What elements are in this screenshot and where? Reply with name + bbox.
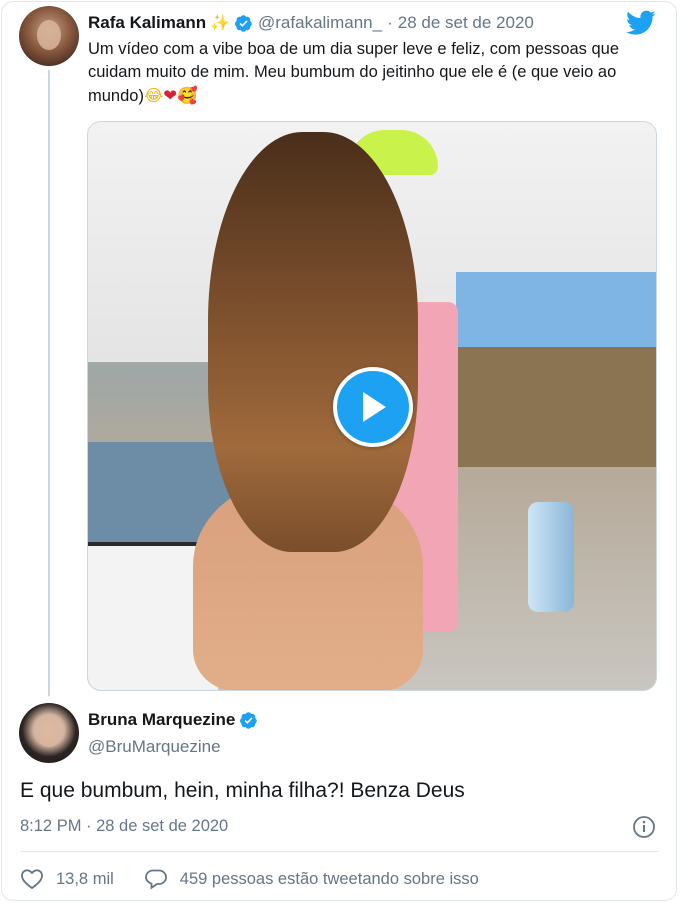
reply-author-handle[interactable]: @BruMarquezine	[88, 737, 221, 757]
divider	[20, 851, 658, 852]
play-icon	[363, 392, 386, 422]
author-handle[interactable]: @rafakalimann_	[258, 13, 382, 33]
sparkle-emoji-icon: ✨	[210, 15, 231, 32]
smiling-hearts-emoji-icon: 🥰	[177, 86, 198, 105]
video-thumbnail[interactable]	[87, 121, 657, 691]
play-button[interactable]	[333, 367, 413, 447]
thread-connector-line	[48, 70, 50, 696]
like-action[interactable]: 13,8 mil	[20, 868, 114, 890]
tweet-date[interactable]: 28 de set de 2020	[398, 13, 534, 33]
action-bar: 13,8 mil 459 pessoas estão tweetando sob…	[20, 866, 479, 892]
reply-header: Bruna Marquezine	[88, 710, 258, 730]
like-count: 13,8 mil	[56, 869, 114, 888]
conversation-text: 459 pessoas estão tweetando sobre isso	[179, 869, 479, 888]
hills-area	[446, 347, 656, 467]
heart-emoji-icon: ❤	[163, 86, 178, 105]
avatar-bruna[interactable]	[19, 703, 79, 763]
author-name[interactable]: Rafa Kalimann	[88, 13, 206, 33]
verified-badge-icon	[234, 14, 253, 33]
separator-dot: ·	[387, 13, 393, 32]
twitter-bird-icon[interactable]	[625, 10, 656, 36]
info-icon[interactable]	[632, 815, 656, 839]
reply-author-name[interactable]: Bruna Marquezine	[88, 710, 235, 730]
avatar-face	[37, 717, 61, 747]
reply-timestamp[interactable]: 8:12 PM · 28 de set de 2020	[20, 817, 228, 836]
long-hair-figure	[208, 132, 418, 552]
original-tweet-text: Um vídeo com a vibe boa de um dia super …	[88, 38, 658, 108]
water-bottle	[528, 502, 574, 612]
speech-bubble-icon	[144, 869, 167, 890]
reply-tweet-text: E que bumbum, hein, minha filha?! Benza …	[20, 779, 465, 802]
conversation-action[interactable]: 459 pessoas estão tweetando sobre isso	[144, 868, 479, 890]
laughing-emoji-icon: 😂	[143, 86, 164, 105]
original-tweet-header: Rafa Kalimann ✨ @rafakalimann_ · 28 de s…	[88, 12, 534, 34]
verified-badge-icon	[239, 711, 258, 730]
avatar-face	[37, 20, 61, 50]
avatar-rafa[interactable]	[19, 6, 79, 66]
heart-icon	[21, 869, 43, 890]
